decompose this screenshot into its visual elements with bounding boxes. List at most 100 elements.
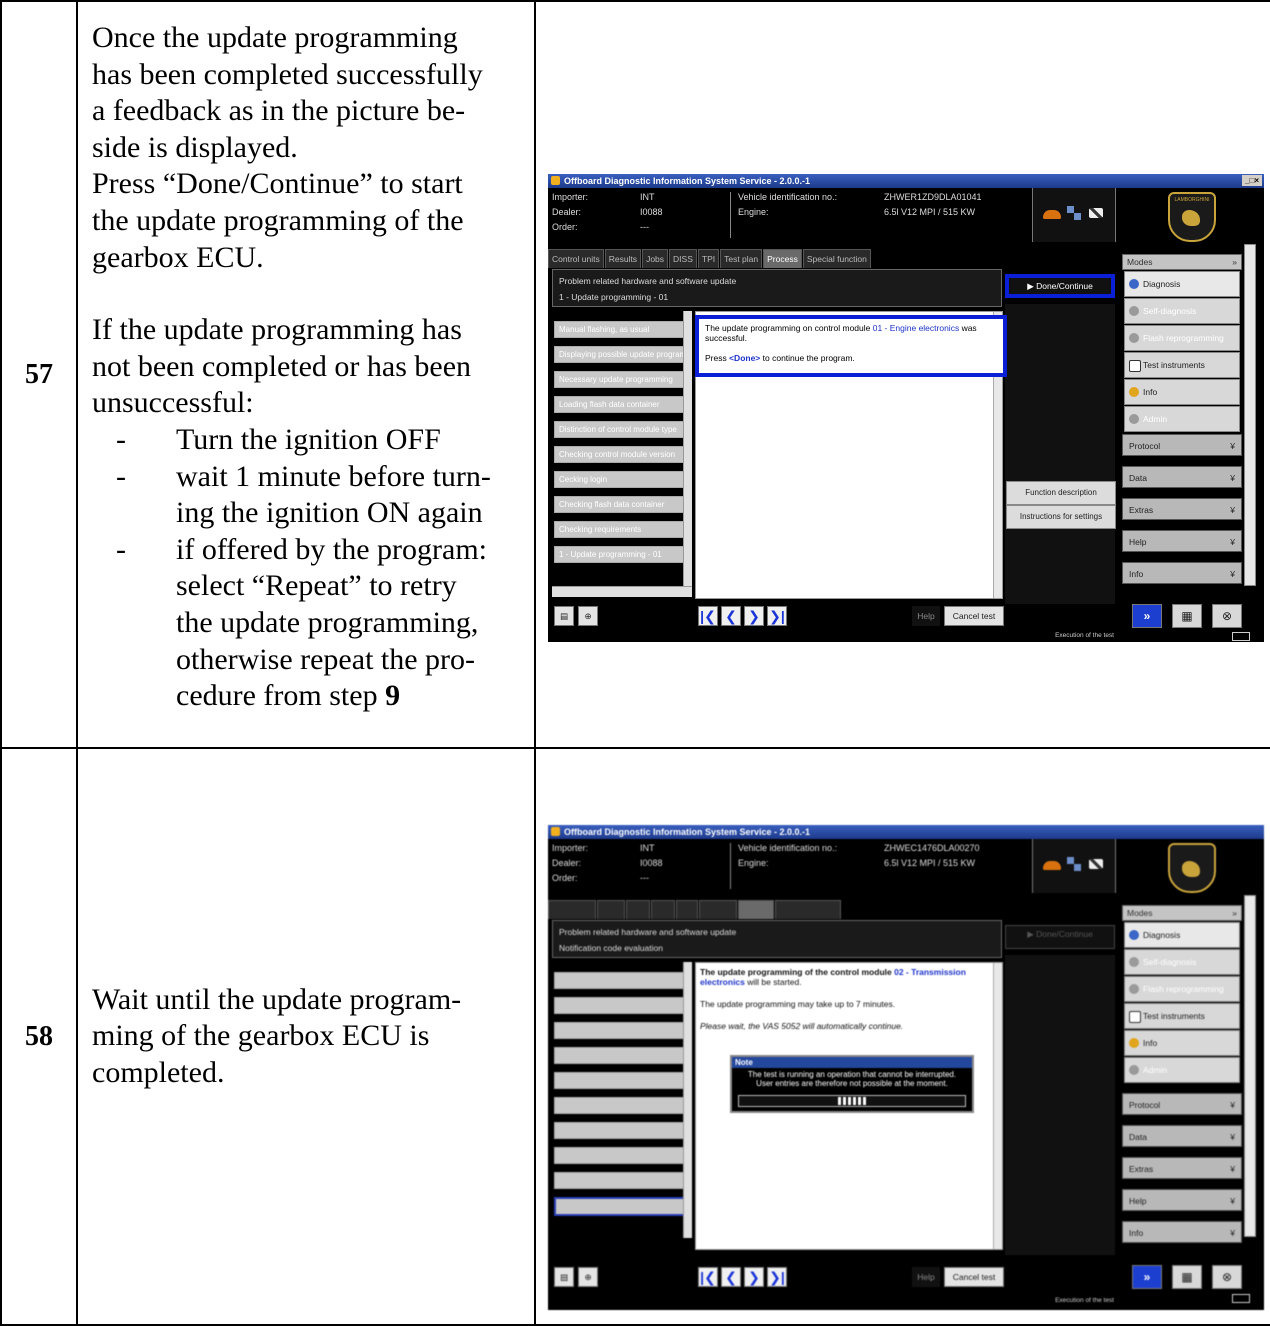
previous-step-icon[interactable]: ❮ xyxy=(721,606,741,626)
scrollbar[interactable] xyxy=(552,586,692,597)
document-icon[interactable]: ▤ xyxy=(554,1267,574,1287)
tab-diss[interactable]: DISS xyxy=(669,249,697,268)
list-item[interactable]: Checking control module version xyxy=(554,446,688,463)
menu-data[interactable]: Data ¥ xyxy=(1122,466,1242,488)
function-description-button[interactable]: Function description xyxy=(1006,481,1116,505)
connection-status xyxy=(1032,839,1116,893)
list-item[interactable]: Necessary update programming xyxy=(554,371,688,388)
next-step-icon[interactable]: ❯ xyxy=(744,606,764,626)
tab-jobs[interactable]: Jobs xyxy=(642,249,669,268)
mode-test-instruments[interactable]: Test instruments xyxy=(1124,352,1240,378)
cancel-test-button[interactable]: Cancel test xyxy=(944,606,1004,626)
menu-data[interactable]: Data ¥ xyxy=(1122,1125,1242,1147)
tab-results[interactable]: Results xyxy=(604,249,642,268)
scrollbar[interactable] xyxy=(1244,895,1256,1237)
mode-diagnosis[interactable]: Diagnosis xyxy=(1124,271,1240,297)
previous-step-icon[interactable]: ❮ xyxy=(721,1267,741,1287)
menu-protocol[interactable]: Protocol ¥ xyxy=(1122,1093,1242,1115)
help-button[interactable]: Help xyxy=(912,1267,940,1287)
list-item[interactable]: Displaying possible update programming xyxy=(554,346,688,363)
mode-self-diagnosis[interactable]: Self-diagnosis xyxy=(1124,949,1240,975)
list-item[interactable] xyxy=(554,1147,688,1164)
status-bar: Execution of the test xyxy=(548,629,1264,642)
menu-extras[interactable]: Extras ¥ xyxy=(1122,498,1242,520)
mode-info[interactable]: Info xyxy=(1124,379,1240,405)
scrollbar[interactable] xyxy=(1244,244,1256,586)
admin-icon xyxy=(1129,1065,1139,1075)
print-icon[interactable]: ▦ xyxy=(1172,604,1202,628)
list-item[interactable] xyxy=(554,972,688,989)
note-title: Note xyxy=(732,1057,972,1068)
list-item[interactable]: Distinction of control module type xyxy=(554,421,688,438)
menu-help[interactable]: Help ¥ xyxy=(1122,530,1242,552)
done-continue-button[interactable]: ▶ Done/Continue xyxy=(1005,925,1115,949)
done-continue-button[interactable]: ▶ Done/Continue xyxy=(1005,274,1115,298)
scrollbar[interactable] xyxy=(993,963,1002,1249)
zoom-icon[interactable]: ⊕ xyxy=(578,1267,598,1287)
first-step-icon[interactable]: |❮ xyxy=(698,1267,718,1287)
tab-bar: Control units Results Jobs DISS TPI Test plan… xyxy=(548,249,1120,268)
modes-header[interactable]: Modes» xyxy=(1122,905,1242,921)
menu-info[interactable]: Info ¥ xyxy=(1122,1221,1242,1243)
list-item[interactable]: Loading flash data container xyxy=(554,396,688,413)
list-item[interactable]: Checking requirements xyxy=(554,521,688,538)
list-item[interactable] xyxy=(554,1172,688,1189)
window-buttons[interactable]: _□× xyxy=(1242,175,1262,186)
help-button[interactable]: Help xyxy=(912,606,940,626)
menu-extras[interactable]: Extras ¥ xyxy=(1122,1157,1242,1179)
forward-icon[interactable]: » xyxy=(1132,604,1162,628)
next-step-icon[interactable]: ❯ xyxy=(744,1267,764,1287)
modes-header[interactable]: Modes» xyxy=(1122,254,1242,270)
mode-flash-reprogramming[interactable]: Flash reprogramming xyxy=(1124,976,1240,1002)
list-item[interactable]: Cecking login xyxy=(554,471,688,488)
zoom-icon[interactable]: ⊕ xyxy=(578,606,598,626)
last-step-icon[interactable]: ❯| xyxy=(767,1267,787,1287)
mode-test-instruments[interactable]: Test instruments xyxy=(1124,1003,1240,1029)
tab-tpi[interactable]: TPI xyxy=(697,249,720,268)
cancel-test-button[interactable]: Cancel test xyxy=(944,1267,1004,1287)
list-item[interactable] xyxy=(554,1097,688,1114)
mode-info[interactable]: Info xyxy=(1124,1030,1240,1056)
document-icon[interactable]: ▤ xyxy=(554,606,574,626)
scrollbar[interactable] xyxy=(683,311,692,587)
instruction-line: Once the update programming xyxy=(92,21,458,54)
mode-flash-reprogramming[interactable]: Flash reprogramming xyxy=(1124,325,1240,351)
list-item[interactable]: 1 - Update programming - 01 xyxy=(554,546,688,563)
menu-protocol[interactable]: Protocol ¥ xyxy=(1122,434,1242,456)
self-diagnosis-icon xyxy=(1129,957,1139,967)
list-item[interactable]: Checking flash data container xyxy=(554,496,688,513)
mode-admin[interactable]: Admin xyxy=(1124,406,1240,432)
tab-control-units[interactable]: Control units xyxy=(548,249,604,268)
last-step-icon[interactable]: ❯| xyxy=(767,606,787,626)
list-item[interactable] xyxy=(554,1022,688,1039)
list-item[interactable] xyxy=(554,1072,688,1089)
scrollbar[interactable] xyxy=(683,962,692,1238)
close-icon[interactable]: ⊗ xyxy=(1212,604,1242,628)
menu-info[interactable]: Info ¥ xyxy=(1122,562,1242,584)
print-icon[interactable]: ▦ xyxy=(1172,1265,1202,1289)
forward-icon[interactable]: » xyxy=(1132,1265,1162,1289)
tab-bar xyxy=(548,900,1120,919)
tab-test-plan[interactable]: Test plan xyxy=(720,249,763,268)
menu-help[interactable]: Help ¥ xyxy=(1122,1189,1242,1211)
list-item[interactable] xyxy=(554,997,688,1014)
instruction-line: completed. xyxy=(92,1055,225,1089)
process-info: Problem related hardware and software up… xyxy=(552,920,1002,958)
list-item[interactable] xyxy=(554,1197,690,1216)
note-dialog: Note The test is running an operation th… xyxy=(730,1055,974,1113)
mode-diagnosis[interactable]: Diagnosis xyxy=(1124,922,1240,948)
lamborghini-logo xyxy=(1168,843,1216,893)
instructions-settings-button[interactable]: Instructions for settings xyxy=(1006,505,1116,529)
mode-self-diagnosis[interactable]: Self-diagnosis xyxy=(1124,298,1240,324)
list-item[interactable] xyxy=(554,1122,688,1139)
list-item: - wait 1 minute before turn-ing the ignit… xyxy=(116,459,491,530)
mode-admin[interactable]: Admin xyxy=(1124,1057,1240,1083)
tab-special-function[interactable]: Special function xyxy=(802,249,871,268)
list-item[interactable]: Manual flashing, as usual xyxy=(554,321,688,338)
close-icon[interactable]: ⊗ xyxy=(1212,1265,1242,1289)
list-item[interactable] xyxy=(554,1047,688,1064)
tab-process[interactable]: Process xyxy=(763,249,802,268)
status-bar: Execution of the test xyxy=(548,1291,1264,1310)
first-step-icon[interactable]: |❮ xyxy=(698,606,718,626)
instruction-line: side is displayed. xyxy=(92,130,298,164)
